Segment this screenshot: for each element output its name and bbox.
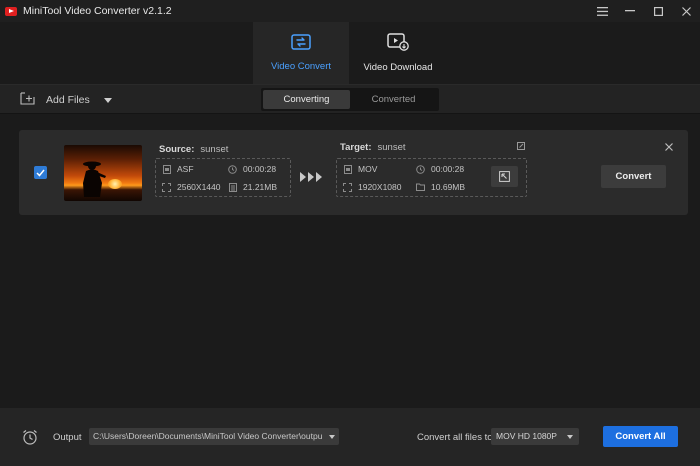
resolution-icon [162,182,171,192]
target-select-icon [499,171,510,182]
convert-button[interactable]: Convert [601,165,666,188]
source-size-value: 21.21MB [243,182,278,192]
chevron-down-icon [329,435,335,439]
target-name: sunset [377,142,406,153]
close-icon[interactable] [672,0,700,22]
target-resolution-value: 1920X1080 [358,182,402,192]
target-duration: 00:00:28 [416,164,464,174]
file-size-icon [228,182,237,192]
source-duration-value: 00:00:28 [243,164,277,174]
add-files-button[interactable]: Add Files [20,92,112,108]
source-resolution: 2560X1440 [162,182,221,192]
tab-converted[interactable]: Converted [350,90,437,109]
file-format-icon [343,164,352,174]
title-bar: MiniTool Video Converter v2.1.2 [0,0,700,22]
source-size: 21.21MB [228,182,277,192]
folder-icon [416,183,425,192]
tab-video-convert-label: Video Convert [270,61,332,72]
tab-video-download-label: Video Download [363,62,433,73]
add-file-icon [20,92,36,108]
target-duration-value: 00:00:28 [431,164,465,174]
source-format: ASF [162,164,194,174]
edit-icon[interactable] [517,141,525,153]
target-label: Target: [340,142,372,153]
output-path-select[interactable]: C:\Users\Doreen\Documents\MiniTool Video… [89,428,339,445]
menu-icon[interactable] [588,0,616,22]
output-format-value: MOV HD 1080P [496,431,557,441]
task-checkbox[interactable] [34,166,47,179]
output-format-select[interactable]: MOV HD 1080P [491,428,579,445]
tab-video-convert[interactable]: Video Convert [253,22,349,84]
file-format-icon [162,164,171,174]
tab-converting[interactable]: Converting [263,90,350,109]
video-thumbnail [64,145,142,201]
video-download-icon [387,33,409,54]
target-size-value: 10.69MB [431,182,466,192]
convert-arrows-icon [300,172,324,182]
source-resolution-value: 2560X1440 [177,182,221,192]
source-header: Source: sunset [159,144,228,155]
window-controls [588,0,700,22]
bottom-bar: Output C:\Users\Doreen\Documents\MiniToo… [0,408,700,466]
target-size: 10.69MB [416,182,465,192]
source-info-box: ASF 00:00:28 2560X1440 21.21MB [155,158,291,197]
schedule-alarm-icon[interactable] [22,429,38,448]
source-name: sunset [200,144,229,155]
clock-icon [416,164,425,174]
app-logo-icon [5,6,17,16]
select-target-format-button[interactable] [491,166,518,187]
add-files-label: Add Files [46,94,90,106]
source-label: Source: [159,144,195,155]
target-format: MOV [343,164,377,174]
source-format-value: ASF [177,164,194,174]
maximize-icon[interactable] [644,0,672,22]
chevron-down-icon[interactable] [103,97,112,103]
resolution-icon [343,182,352,192]
target-resolution: 1920X1080 [343,182,402,192]
chevron-down-icon [567,435,573,439]
remove-task-icon[interactable] [665,140,673,154]
silhouette-figure [83,161,106,197]
source-duration: 00:00:28 [228,164,276,174]
convert-all-button[interactable]: Convert All [603,426,678,447]
toolbar: Add Files Converting Converted [0,84,700,114]
clock-icon [228,164,237,174]
target-header: Target: sunset [340,142,406,153]
conversion-task-card: Source: sunset ASF 00:00:28 2560X1440 21.… [19,130,688,215]
top-navigation: Video Convert Video Download [0,22,700,84]
app-title: MiniTool Video Converter v2.1.2 [23,5,172,17]
status-segmented-control: Converting Converted [261,88,439,111]
minimize-icon[interactable] [616,0,644,22]
convert-all-to-label: Convert all files to [417,432,493,443]
target-format-value: MOV [358,164,378,174]
output-label: Output [53,432,82,443]
output-path-value: C:\Users\Doreen\Documents\MiniTool Video… [93,431,323,441]
video-convert-icon [291,34,311,53]
tab-video-download[interactable]: Video Download [350,22,446,84]
